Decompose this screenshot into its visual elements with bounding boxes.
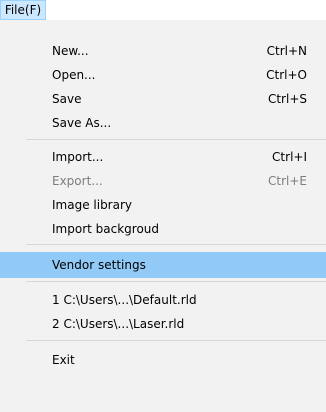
menu-item-label: Save As...	[52, 116, 112, 130]
menu-separator	[26, 281, 326, 282]
menu-item-shortcut: Ctrl+E	[268, 174, 307, 188]
menu-item-label: 1 C:\Users\...\Default.rld	[52, 293, 197, 307]
menu-item-import-background[interactable]: Import backgroud	[0, 216, 326, 242]
menu-separator	[26, 139, 326, 140]
menu-item-recent-file-2[interactable]: 2 C:\Users\...\Laser.rld	[0, 311, 326, 337]
menu-item-import[interactable]: Import... Ctrl+I	[0, 144, 326, 170]
menu-item-export: Export... Ctrl+E	[0, 168, 326, 194]
menu-item-label: Exit	[52, 353, 75, 367]
menu-item-label: Export...	[52, 174, 103, 188]
menu-item-shortcut: Ctrl+S	[267, 92, 307, 106]
menu-item-save[interactable]: Save Ctrl+S	[0, 86, 326, 112]
menu-item-recent-file-1[interactable]: 1 C:\Users\...\Default.rld	[0, 287, 326, 313]
menu-item-new[interactable]: New... Ctrl+N	[0, 38, 326, 64]
menu-item-image-library[interactable]: Image library	[0, 192, 326, 218]
menu-item-label: Image library	[52, 198, 133, 212]
menu-item-shortcut: Ctrl+N	[266, 44, 307, 58]
menu-item-shortcut: Ctrl+I	[272, 150, 307, 164]
menu-separator	[26, 340, 326, 341]
menu-item-label: Save	[52, 92, 82, 106]
menu-item-exit[interactable]: Exit	[0, 347, 326, 373]
menu-item-save-as[interactable]: Save As...	[0, 110, 326, 136]
file-dropdown-menu: New... Ctrl+N Open... Ctrl+O Save Ctrl+S…	[0, 20, 326, 412]
menu-item-open[interactable]: Open... Ctrl+O	[0, 62, 326, 88]
menu-item-label: New...	[52, 44, 89, 58]
menu-item-label: Import...	[52, 150, 104, 164]
menu-item-label: Vendor settings	[52, 258, 146, 272]
menu-bar: File(F)	[0, 0, 326, 20]
menu-item-shortcut: Ctrl+O	[266, 68, 307, 82]
menu-file[interactable]: File(F)	[0, 0, 46, 20]
menu-separator	[26, 244, 326, 245]
menu-item-label: Import backgroud	[52, 222, 160, 236]
menu-item-label: 2 C:\Users\...\Laser.rld	[52, 317, 185, 331]
menu-item-label: Open...	[52, 68, 96, 82]
menu-item-vendor-settings[interactable]: Vendor settings	[0, 252, 326, 278]
